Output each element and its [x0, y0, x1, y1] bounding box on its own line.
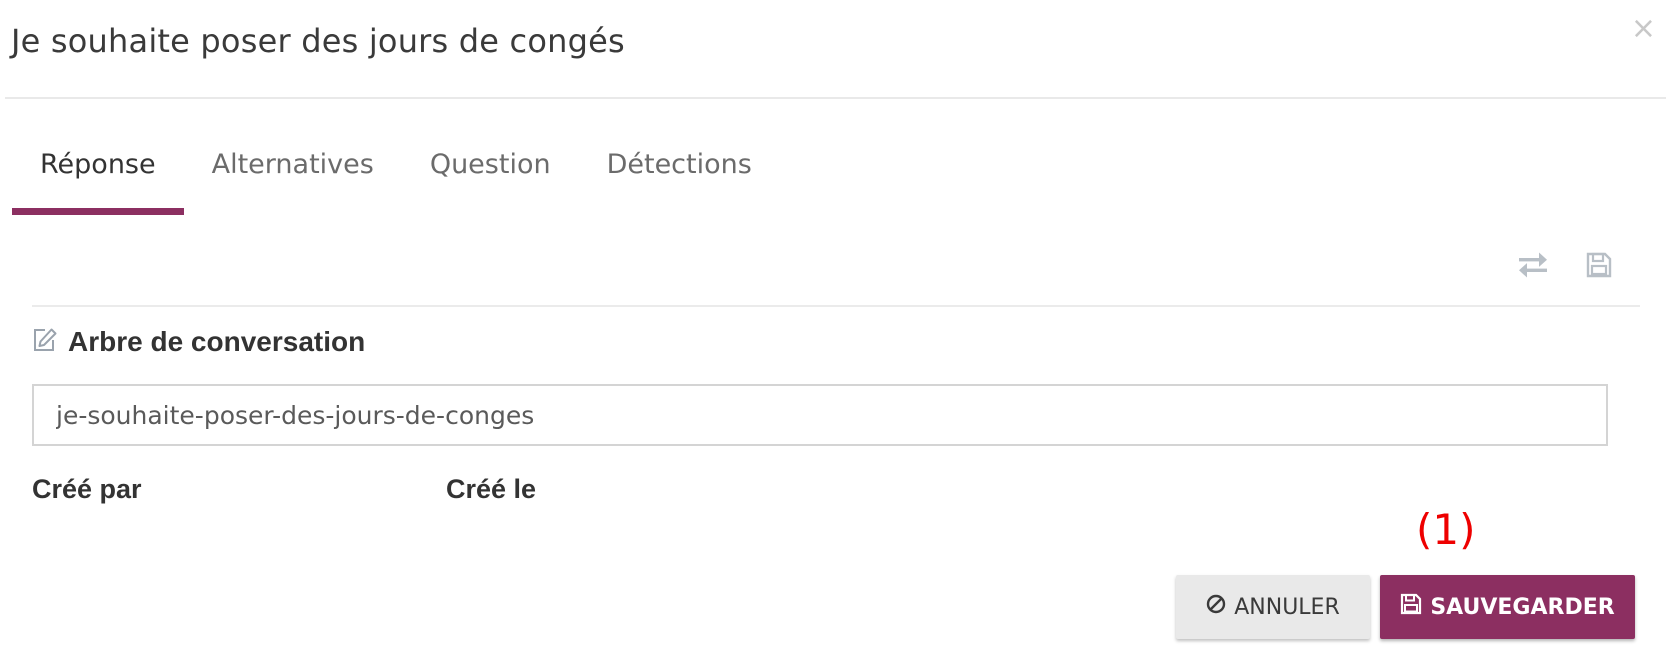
close-icon[interactable]: × [1631, 14, 1656, 44]
floppy-disk-icon [1400, 593, 1422, 621]
annotation-marker: (1) [1416, 505, 1476, 554]
toolbar [1516, 248, 1616, 282]
ban-icon [1206, 594, 1226, 620]
section-divider [32, 305, 1640, 307]
swap-arrows-icon[interactable] [1516, 248, 1550, 282]
modal-title: Je souhaite poser des jours de congés [11, 22, 625, 60]
floppy-disk-icon[interactable] [1582, 248, 1616, 282]
tab-detections[interactable]: Détections [579, 148, 780, 215]
cancel-button[interactable]: ANNULER [1176, 575, 1370, 639]
created-on-label: Créé le [446, 474, 537, 504]
edit-icon [32, 327, 58, 357]
created-by-label: Créé par [32, 474, 142, 504]
cancel-button-label: ANNULER [1234, 594, 1340, 620]
tab-alternatives[interactable]: Alternatives [184, 148, 402, 215]
section-title: Arbre de conversation [68, 326, 366, 357]
section-header: Arbre de conversation [32, 326, 365, 358]
tab-question[interactable]: Question [402, 148, 579, 215]
save-button-label: SAUVEGARDER [1430, 594, 1615, 620]
header-divider [5, 97, 1666, 99]
tab-bar: Réponse Alternatives Question Détections [12, 148, 780, 215]
tab-reponse[interactable]: Réponse [12, 148, 184, 215]
save-button[interactable]: SAUVEGARDER [1380, 575, 1635, 639]
conversation-tree-slug-input[interactable] [32, 384, 1608, 446]
